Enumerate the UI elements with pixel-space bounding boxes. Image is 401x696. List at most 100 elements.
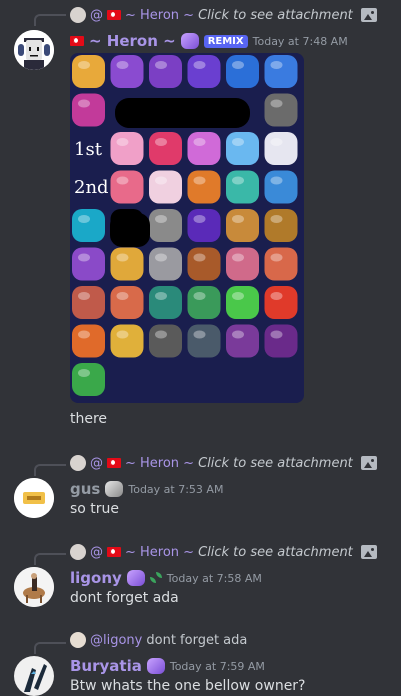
tier-item-highlight — [270, 99, 283, 108]
tier-item-highlight — [155, 138, 167, 146]
timestamp[interactable]: Today at 7:53 AM — [128, 483, 223, 496]
tier-item-icon — [264, 55, 298, 88]
tier-item-icon — [72, 55, 105, 88]
author-name[interactable]: Buryatia — [70, 657, 142, 675]
tier-item-icon — [226, 132, 259, 165]
author-name[interactable]: ligony — [70, 569, 122, 587]
avatar[interactable] — [14, 567, 54, 607]
reply-mention[interactable]: @ — [90, 8, 103, 23]
tier-item-highlight — [232, 138, 244, 146]
tier-item-icon — [226, 247, 259, 281]
tier-item-highlight — [116, 61, 129, 69]
tier-item-icon — [187, 324, 221, 358]
author-name[interactable]: gus — [70, 480, 100, 498]
tier-item-icon — [110, 286, 144, 319]
tier-item-icon — [72, 247, 105, 281]
reply-preview[interactable]: @ ~ Heron ~ Click to see attachment — [70, 6, 377, 24]
tier-item-icon — [149, 170, 182, 204]
tier-item-highlight — [193, 292, 206, 300]
reply-avatar — [70, 544, 86, 560]
reply-username[interactable]: ~ Heron ~ — [125, 456, 194, 471]
reply-text[interactable]: dont forget ada — [146, 633, 247, 648]
reply-mention[interactable]: @ligony — [90, 633, 142, 648]
reply-mention[interactable]: @ — [90, 456, 103, 471]
tier-item-highlight — [270, 215, 283, 223]
reply-preview[interactable]: @ ~ Heron ~ Click to see attachment — [70, 454, 377, 472]
tier-item-icon — [264, 132, 298, 165]
tier-item-icon — [264, 170, 298, 204]
tier-item-highlight — [193, 61, 206, 69]
message-header: ligony Today at 7:58 AM — [70, 569, 262, 587]
tier-item-icon — [110, 170, 144, 204]
reply-preview[interactable]: @ligony dont forget ada — [70, 631, 247, 649]
tier-item-icon — [226, 170, 259, 204]
tier-item-icon — [110, 324, 144, 358]
timestamp[interactable]: Today at 7:48 AM — [253, 35, 348, 48]
message-header: ~ Heron ~ REMIX Today at 7:48 AM — [70, 32, 348, 50]
message-gus: @ ~ Heron ~ Click to see attachment gus … — [0, 450, 401, 525]
tier-item-highlight — [78, 215, 90, 223]
reply-text[interactable]: Click to see attachment — [198, 456, 353, 471]
row-label-second: 2nd — [74, 177, 109, 198]
tier-item-highlight — [270, 176, 283, 185]
tier-item-highlight — [78, 61, 90, 69]
tier-item-icon — [264, 324, 298, 358]
tier-item-icon — [149, 55, 182, 88]
tier-item-icon — [264, 93, 298, 127]
reply-avatar — [70, 455, 86, 471]
tier-item-icon — [110, 55, 144, 88]
reply-username[interactable]: ~ Heron ~ — [125, 545, 194, 560]
tier-item-highlight — [155, 61, 167, 69]
tier-item-highlight — [232, 292, 244, 300]
tier-item-highlight — [78, 330, 90, 339]
reply-connector — [34, 14, 66, 26]
message-header: gus Today at 7:53 AM — [70, 480, 223, 498]
tier-item-highlight — [193, 138, 206, 146]
tier-item-highlight — [232, 330, 244, 339]
tier-item-icon — [72, 324, 105, 358]
reply-connector — [34, 464, 66, 476]
reply-username[interactable]: ~ Heron ~ — [125, 8, 194, 23]
guild-tag-icon — [126, 570, 145, 586]
tier-item-icon — [149, 209, 182, 242]
tier-item-highlight — [155, 215, 167, 223]
tier-item-highlight — [232, 253, 244, 262]
tier-item-highlight — [270, 292, 283, 300]
avatar[interactable] — [14, 656, 54, 696]
reply-connector — [34, 642, 66, 654]
turkey-flag-icon — [107, 458, 121, 468]
reply-avatar — [70, 632, 86, 648]
tier-item-icon — [187, 170, 221, 204]
timestamp[interactable]: Today at 7:59 AM — [170, 660, 265, 673]
author-name[interactable]: ~ Heron ~ — [89, 32, 176, 50]
tier-item-highlight — [270, 253, 283, 262]
message-text: dont forget ada — [70, 590, 179, 606]
tier-item-icon — [149, 247, 182, 281]
avatar[interactable] — [14, 30, 54, 70]
reply-mention[interactable]: @ — [90, 545, 103, 560]
reply-text[interactable]: Click to see attachment — [198, 8, 353, 23]
tier-item-icon — [264, 286, 298, 319]
tier-item-icon — [187, 209, 221, 242]
tier-item-highlight — [270, 138, 283, 146]
image-icon — [360, 456, 377, 470]
reply-preview[interactable]: @ ~ Heron ~ Click to see attachment — [70, 543, 377, 561]
tier-item-icon — [110, 132, 144, 165]
guild-tag-icon — [146, 658, 165, 674]
tier-item-icon — [72, 363, 105, 396]
image-attachment[interactable]: 1st 2nd — [70, 53, 304, 403]
tier-item-highlight — [155, 330, 167, 339]
tier-item-icon — [264, 209, 298, 242]
tier-item-icon — [149, 132, 182, 165]
avatar[interactable] — [14, 478, 54, 518]
tier-item-highlight — [232, 176, 244, 185]
tier-item-highlight — [270, 330, 283, 339]
tier-item-icon — [149, 286, 182, 319]
tier-item-icon — [226, 286, 259, 319]
tier-item-highlight — [78, 369, 90, 377]
tier-item-highlight — [193, 176, 206, 185]
leaf-badge-icon — [149, 572, 162, 584]
reply-text[interactable]: Click to see attachment — [198, 545, 353, 560]
tier-item-highlight — [116, 253, 129, 262]
timestamp[interactable]: Today at 7:58 AM — [167, 572, 262, 585]
